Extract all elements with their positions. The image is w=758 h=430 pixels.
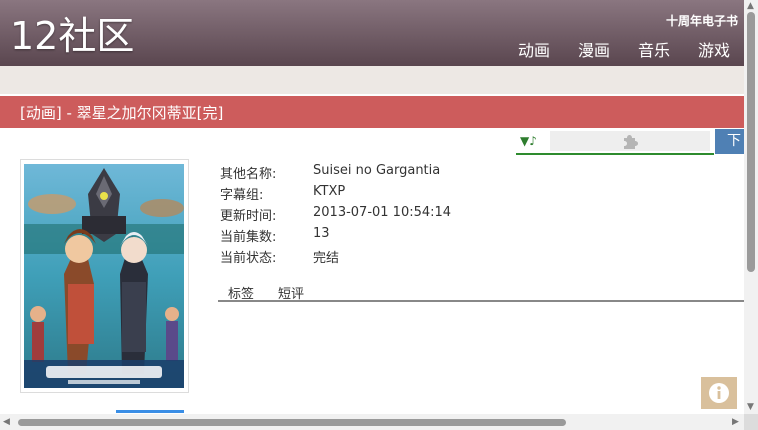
main-nav: 动画 漫画 音乐 游戏 [518, 37, 730, 61]
info-label: 字幕组: [220, 188, 264, 203]
nav-item-games[interactable]: 游戏 [698, 37, 730, 61]
detail-tabs: 标签 短评 [218, 282, 744, 302]
info-row-subgroup: 字幕组: KTXP [220, 184, 451, 205]
title-bar: [动画] - 翠星之加尔冈蒂亚[完] [0, 96, 744, 128]
info-list: 其他名称: Suisei no Gargantia 字幕组: KTXP 更新时间… [220, 163, 451, 268]
active-indicator [116, 410, 184, 413]
scroll-up-icon[interactable]: ▲ [747, 2, 754, 11]
info-value: 13 [313, 226, 330, 241]
info-value: KTXP [313, 184, 346, 199]
info-label: 当前状态: [220, 251, 277, 266]
vertical-scroll-thumb[interactable] [747, 12, 755, 272]
horizontal-scrollbar[interactable]: ◀ ▶ [0, 414, 744, 430]
nav-item-manga[interactable]: 漫画 [578, 37, 610, 61]
page-title: [动画] - 翠星之加尔冈蒂亚[完] [20, 104, 224, 122]
site-header: 12社区 十周年电子书 动画 漫画 音乐 游戏 [0, 0, 744, 66]
info-value: Suisei no Gargantia [313, 163, 441, 178]
music-player: ▼♪ [516, 131, 714, 155]
anime-poster[interactable] [24, 164, 184, 388]
info-label: 更新时间: [220, 209, 277, 224]
info-value: 完结 [313, 251, 340, 266]
plugin-placeholder[interactable] [550, 131, 710, 151]
sub-bar [0, 66, 744, 94]
info-label: 其他名称: [220, 167, 277, 182]
download-button[interactable]: 下 [715, 129, 744, 154]
tab-tags[interactable]: 标签 [228, 283, 254, 302]
info-label: 当前集数: [220, 230, 277, 245]
info-button[interactable] [701, 377, 737, 409]
info-row-updated: 更新时间: 2013-07-01 10:54:14 [220, 205, 451, 226]
tab-reviews[interactable]: 短评 [278, 283, 304, 302]
anniversary-ebook-link[interactable]: 十周年电子书 [666, 12, 738, 29]
scroll-left-icon[interactable]: ◀ [3, 418, 10, 427]
poster-frame [20, 159, 189, 393]
info-row-alt-name: 其他名称: Suisei no Gargantia [220, 163, 451, 184]
info-row-status: 当前状态: 完结 [220, 247, 451, 268]
music-note-icon[interactable]: ▼♪ [520, 134, 537, 148]
info-row-episodes: 当前集数: 13 [220, 226, 451, 247]
puzzle-piece-icon [624, 135, 638, 149]
vertical-scrollbar[interactable]: ▲ ▼ [744, 0, 758, 414]
horizontal-scroll-thumb[interactable] [18, 419, 566, 426]
scroll-corner [744, 414, 758, 430]
info-icon [709, 383, 729, 403]
site-logo[interactable]: 12社区 [10, 14, 134, 58]
info-value: 2013-07-01 10:54:14 [313, 205, 452, 220]
nav-item-music[interactable]: 音乐 [638, 37, 670, 61]
scroll-right-icon[interactable]: ▶ [732, 418, 739, 427]
scroll-down-icon[interactable]: ▼ [747, 403, 754, 412]
nav-item-anime[interactable]: 动画 [518, 37, 550, 61]
